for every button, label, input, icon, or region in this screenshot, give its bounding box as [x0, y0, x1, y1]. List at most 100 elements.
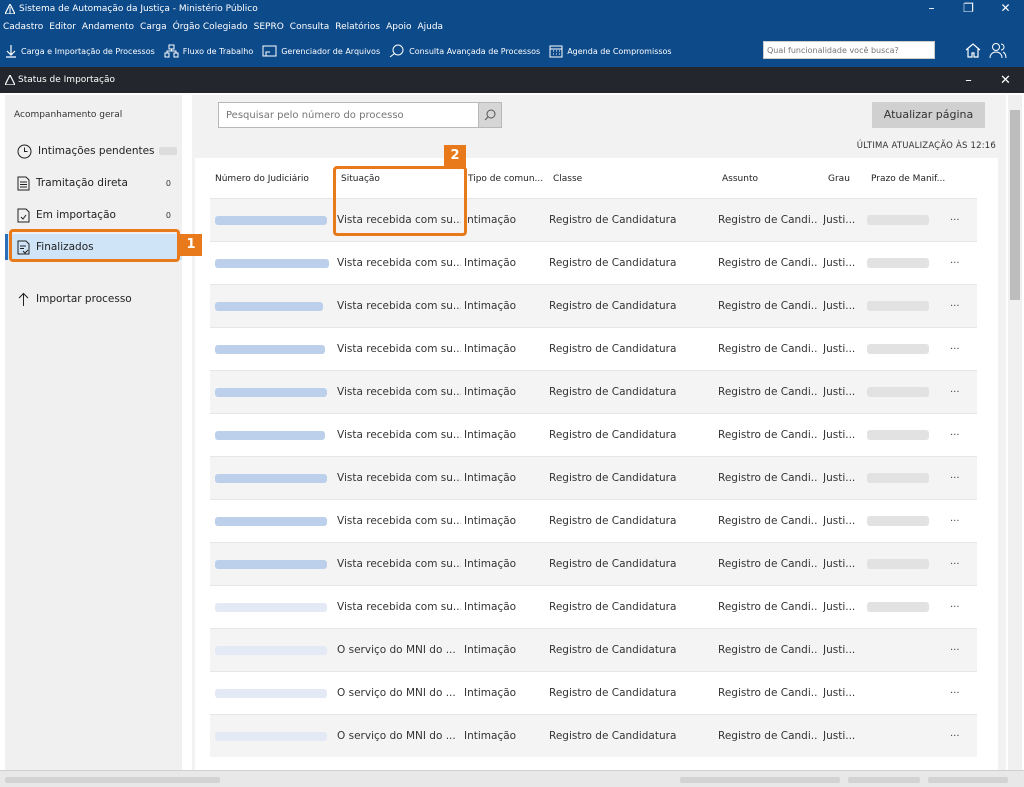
toolbar-carga-importacao[interactable]: Carga e Importação de Processos — [5, 44, 155, 58]
process-number-redacted — [215, 259, 329, 268]
menu-item[interactable]: Órgão Colegiado — [173, 22, 248, 32]
row-actions-button[interactable]: ··· — [950, 328, 970, 371]
row-actions-button[interactable]: ··· — [950, 543, 970, 586]
vertical-scrollbar[interactable] — [1008, 95, 1022, 770]
toolbar-item-label: Fluxo de Trabalho — [182, 46, 254, 56]
row-actions-button[interactable]: ··· — [950, 414, 970, 457]
prazo-redacted — [867, 430, 929, 440]
menu-item[interactable]: Andamento — [82, 22, 134, 32]
search-icon — [484, 109, 496, 121]
process-search-button[interactable] — [478, 102, 502, 128]
table-row[interactable]: O serviço do MNI do ... Intimação Registro… — [210, 671, 977, 714]
menu-item[interactable]: Relatórios — [335, 22, 380, 32]
sidebar-item-em-importacao[interactable]: Em importação 0 — [5, 202, 182, 228]
scrollbar-thumb[interactable] — [1010, 110, 1020, 300]
cell-assunto: Registro de Candi... — [718, 343, 818, 355]
table-row[interactable]: O serviço do MNI do ... Intimação Registro… — [210, 714, 977, 757]
toolbar-item-label: Gerenciador de Arquivos — [281, 46, 381, 56]
subwindow-close-button[interactable]: ✕ — [987, 73, 1024, 88]
cell-situacao: Vista recebida com su... — [337, 343, 461, 355]
callout-number-1: 1 — [180, 234, 202, 256]
menu-item[interactable]: Ajuda — [417, 22, 443, 32]
callout-highlight-finalizados — [9, 229, 180, 262]
row-actions-button[interactable]: ··· — [950, 500, 970, 543]
process-number-redacted — [215, 517, 327, 526]
cell-situacao: Vista recebida com su... — [337, 257, 461, 269]
process-table: Número do Judiciário Situação Tipo de co… — [195, 158, 998, 770]
column-header-assunto[interactable]: Assunto — [722, 174, 812, 184]
column-header-tipo[interactable]: Tipo de comun... — [468, 174, 548, 184]
row-actions-button[interactable]: ··· — [950, 629, 970, 672]
table-row[interactable]: O serviço do MNI do ... Intimação Registro… — [210, 628, 977, 671]
row-actions-button[interactable]: ··· — [950, 715, 970, 758]
column-header-grau[interactable]: Grau — [828, 174, 858, 184]
column-header-prazo[interactable]: Prazo de Manif... — [871, 174, 949, 184]
menu-item[interactable]: SEPRO — [254, 22, 284, 32]
menu-item[interactable]: Consulta — [290, 22, 329, 32]
cell-classe: Registro de Candidatura — [549, 472, 677, 484]
cell-classe: Registro de Candidatura — [549, 730, 677, 742]
subwindow-title-bar: Status de Importação – ✕ — [0, 67, 1024, 93]
toolbar-consulta-avancada[interactable]: Consulta Avançada de Processos — [389, 44, 540, 58]
cell-tipo: Intimação — [464, 472, 517, 484]
callout-number-2: 2 — [444, 145, 466, 167]
toolbar-fluxo-trabalho[interactable]: Fluxo de Trabalho — [164, 44, 253, 58]
column-header-numero[interactable]: Número do Judiciário — [215, 174, 330, 184]
sidebar-item-intimacoes-pendentes[interactable]: Intimações pendentes — [5, 138, 182, 164]
cell-tipo: Intimação — [464, 386, 517, 398]
table-row[interactable]: Vista recebida com su... Intimação Registr… — [210, 198, 977, 241]
table-row[interactable]: Vista recebida com su... Intimação Registr… — [210, 370, 977, 413]
global-search-input[interactable] — [763, 41, 935, 59]
maximize-button[interactable]: ❐ — [950, 0, 987, 18]
row-actions-button[interactable]: ··· — [950, 371, 970, 414]
cell-situacao: O serviço do MNI do ... — [337, 730, 456, 742]
toolbar-gerenciador-arquivos[interactable]: Gerenciador de Arquivos — [262, 44, 380, 58]
cell-tipo: Intimação — [464, 515, 517, 527]
menu-item[interactable]: Cadastro — [3, 22, 43, 32]
toolbar-agenda[interactable]: Agenda de Compromissos — [549, 44, 672, 58]
search-icon — [389, 44, 404, 58]
close-window-button[interactable]: ✕ — [987, 0, 1024, 18]
minimize-button[interactable]: – — [913, 0, 950, 18]
refresh-page-button[interactable]: Atualizar página — [872, 102, 985, 128]
cell-classe: Registro de Candidatura — [549, 386, 677, 398]
table-row[interactable]: Vista recebida com su... Intimação Registr… — [210, 585, 977, 628]
row-actions-button[interactable]: ··· — [950, 285, 970, 328]
column-header-classe[interactable]: Classe — [553, 174, 703, 184]
table-row[interactable]: Vista recebida com su... Intimação Registr… — [210, 241, 977, 284]
users-icon[interactable] — [989, 41, 1007, 59]
process-number-redacted — [215, 603, 327, 612]
cell-classe: Registro de Candidatura — [549, 343, 677, 355]
sidebar-import-label: Importar processo — [36, 293, 132, 305]
sidebar-import-process[interactable]: Importar processo — [5, 286, 182, 312]
status-bar — [0, 770, 1024, 787]
table-row[interactable]: Vista recebida com su... Intimação Registr… — [210, 456, 977, 499]
home-icon[interactable] — [964, 41, 982, 59]
row-actions-button[interactable]: ··· — [950, 199, 970, 242]
process-number-redacted — [215, 689, 327, 698]
table-row[interactable]: Vista recebida com su... Intimação Registr… — [210, 327, 977, 370]
subwindow-minimize-button[interactable]: – — [950, 73, 987, 88]
menu-item[interactable]: Carga — [140, 22, 167, 32]
cell-classe: Registro de Candidatura — [549, 558, 677, 570]
prazo-redacted — [867, 516, 929, 526]
row-actions-button[interactable]: ··· — [950, 672, 970, 715]
row-actions-button[interactable]: ··· — [950, 457, 970, 500]
process-search-input[interactable] — [218, 102, 479, 128]
cell-grau: Justi... — [823, 558, 856, 570]
cell-tipo: Intimação — [464, 601, 517, 613]
menu-item[interactable]: Editor — [49, 22, 76, 32]
sidebar-item-tramitacao-direta[interactable]: Tramitação direta 0 — [5, 170, 182, 196]
table-row[interactable]: Vista recebida com su... Intimação Registr… — [210, 413, 977, 456]
table-row[interactable]: Vista recebida com su... Intimação Registr… — [210, 499, 977, 542]
row-actions-button[interactable]: ··· — [950, 242, 970, 285]
menu-item[interactable]: Apoio — [386, 22, 411, 32]
table-row[interactable]: Vista recebida com su... Intimação Registr… — [210, 542, 977, 585]
cell-assunto: Registro de Candi... — [718, 472, 818, 484]
cell-tipo: Intimação — [464, 300, 517, 312]
prazo-redacted — [867, 559, 929, 569]
row-actions-button[interactable]: ··· — [950, 586, 970, 629]
sidebar-item-label: Intimações pendentes — [38, 145, 155, 157]
prazo-redacted — [867, 344, 929, 354]
table-row[interactable]: Vista recebida com su... Intimação Registr… — [210, 284, 977, 327]
